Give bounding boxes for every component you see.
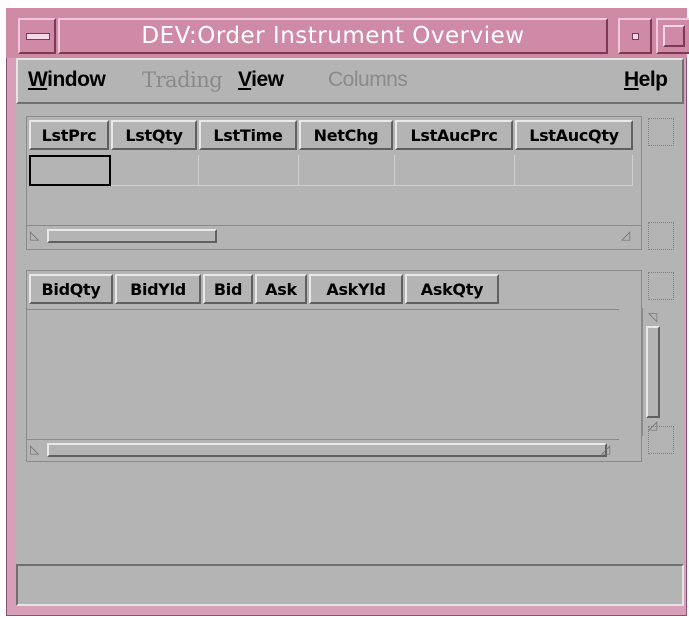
scroll-left-icon[interactable]: ◺ xyxy=(30,442,39,456)
maximize-button[interactable] xyxy=(656,18,689,54)
title-bar[interactable]: DEV:Order Instrument Overview xyxy=(6,8,689,58)
column-chooser-corner[interactable] xyxy=(648,272,674,300)
col-header-askqty[interactable]: AskQty xyxy=(405,274,499,304)
col-header-lstaucqty[interactable]: LstAucQty xyxy=(515,120,633,150)
col-header-lstprc[interactable]: LstPrc xyxy=(29,120,109,150)
last-trade-header: LstPrc LstQty LstTime NetChg LstAucPrc L… xyxy=(29,120,633,150)
maximize-icon xyxy=(663,25,685,47)
table-cell[interactable] xyxy=(395,155,515,186)
table-row xyxy=(29,155,633,186)
order-book-body xyxy=(27,309,619,438)
menu-window-mnemonic: W xyxy=(28,68,48,91)
col-header-bidqty[interactable]: BidQty xyxy=(29,274,113,304)
menu-view[interactable]: View xyxy=(238,68,284,92)
scroll-corner xyxy=(648,222,674,250)
table-cell[interactable] xyxy=(299,155,395,186)
window-menu-icon xyxy=(26,33,50,40)
menu-trading-label: Trading xyxy=(142,68,223,92)
scroll-right-icon[interactable]: ◿ xyxy=(621,228,630,242)
table-cell[interactable] xyxy=(199,155,299,186)
status-bar xyxy=(16,564,684,606)
horizontal-scrollbar[interactable]: ◺ ◿ xyxy=(27,439,619,459)
minimize-icon xyxy=(632,33,639,40)
menu-help[interactable]: Help xyxy=(624,68,668,92)
col-header-lsttime[interactable]: LstTime xyxy=(199,120,297,150)
scroll-left-icon[interactable]: ◺ xyxy=(30,228,39,242)
col-header-askyld[interactable]: AskYld xyxy=(309,274,403,304)
scroll-up-icon[interactable]: ◹ xyxy=(648,310,657,324)
menu-columns[interactable]: Columns xyxy=(328,68,408,92)
menu-window[interactable]: Window xyxy=(28,68,106,92)
window-menu-button[interactable] xyxy=(18,18,56,54)
col-header-bid[interactable]: Bid xyxy=(203,274,253,304)
scroll-thumb[interactable] xyxy=(47,443,607,457)
menu-columns-label: Columns xyxy=(328,68,408,91)
col-header-netchg[interactable]: NetChg xyxy=(299,120,393,150)
col-header-lstaucprc[interactable]: LstAucPrc xyxy=(395,120,513,150)
col-header-bidyld[interactable]: BidYld xyxy=(115,274,201,304)
order-book-header: BidQty BidYld Bid Ask AskYld AskQty xyxy=(29,274,499,304)
client-area: Window Trading View Columns Help LstPrc … xyxy=(16,58,684,606)
menu-trading[interactable]: Trading xyxy=(142,68,223,92)
menu-view-label: iew xyxy=(251,68,284,91)
menu-view-mnemonic: V xyxy=(238,68,252,91)
scroll-right-icon[interactable]: ◿ xyxy=(601,442,610,456)
order-book-panel: BidQty BidYld Bid Ask AskYld AskQty ◺ ◿ xyxy=(26,270,642,462)
title-area[interactable]: DEV:Order Instrument Overview xyxy=(58,18,608,54)
horizontal-scrollbar[interactable]: ◺ ◿ xyxy=(27,225,641,245)
table-cell[interactable] xyxy=(111,155,199,186)
col-header-lstqty[interactable]: LstQty xyxy=(111,120,197,150)
table-cell-focused[interactable] xyxy=(29,155,111,186)
vertical-scrollbar[interactable]: ◹ ◿ xyxy=(642,308,664,436)
window-title: DEV:Order Instrument Overview xyxy=(141,23,525,49)
col-header-ask[interactable]: Ask xyxy=(255,274,307,304)
menu-help-mnemonic: H xyxy=(624,68,639,91)
minimize-button[interactable] xyxy=(618,18,652,54)
table-cell[interactable] xyxy=(515,155,633,186)
scroll-thumb[interactable] xyxy=(646,326,660,418)
menu-bar: Window Trading View Columns Help xyxy=(16,58,684,104)
scroll-thumb[interactable] xyxy=(47,229,217,243)
last-trade-panel: LstPrc LstQty LstTime NetChg LstAucPrc L… xyxy=(26,116,642,250)
column-chooser-corner[interactable] xyxy=(648,118,674,146)
scroll-corner xyxy=(648,426,674,454)
menu-help-label: elp xyxy=(638,68,668,91)
menu-window-label: indow xyxy=(47,68,106,91)
